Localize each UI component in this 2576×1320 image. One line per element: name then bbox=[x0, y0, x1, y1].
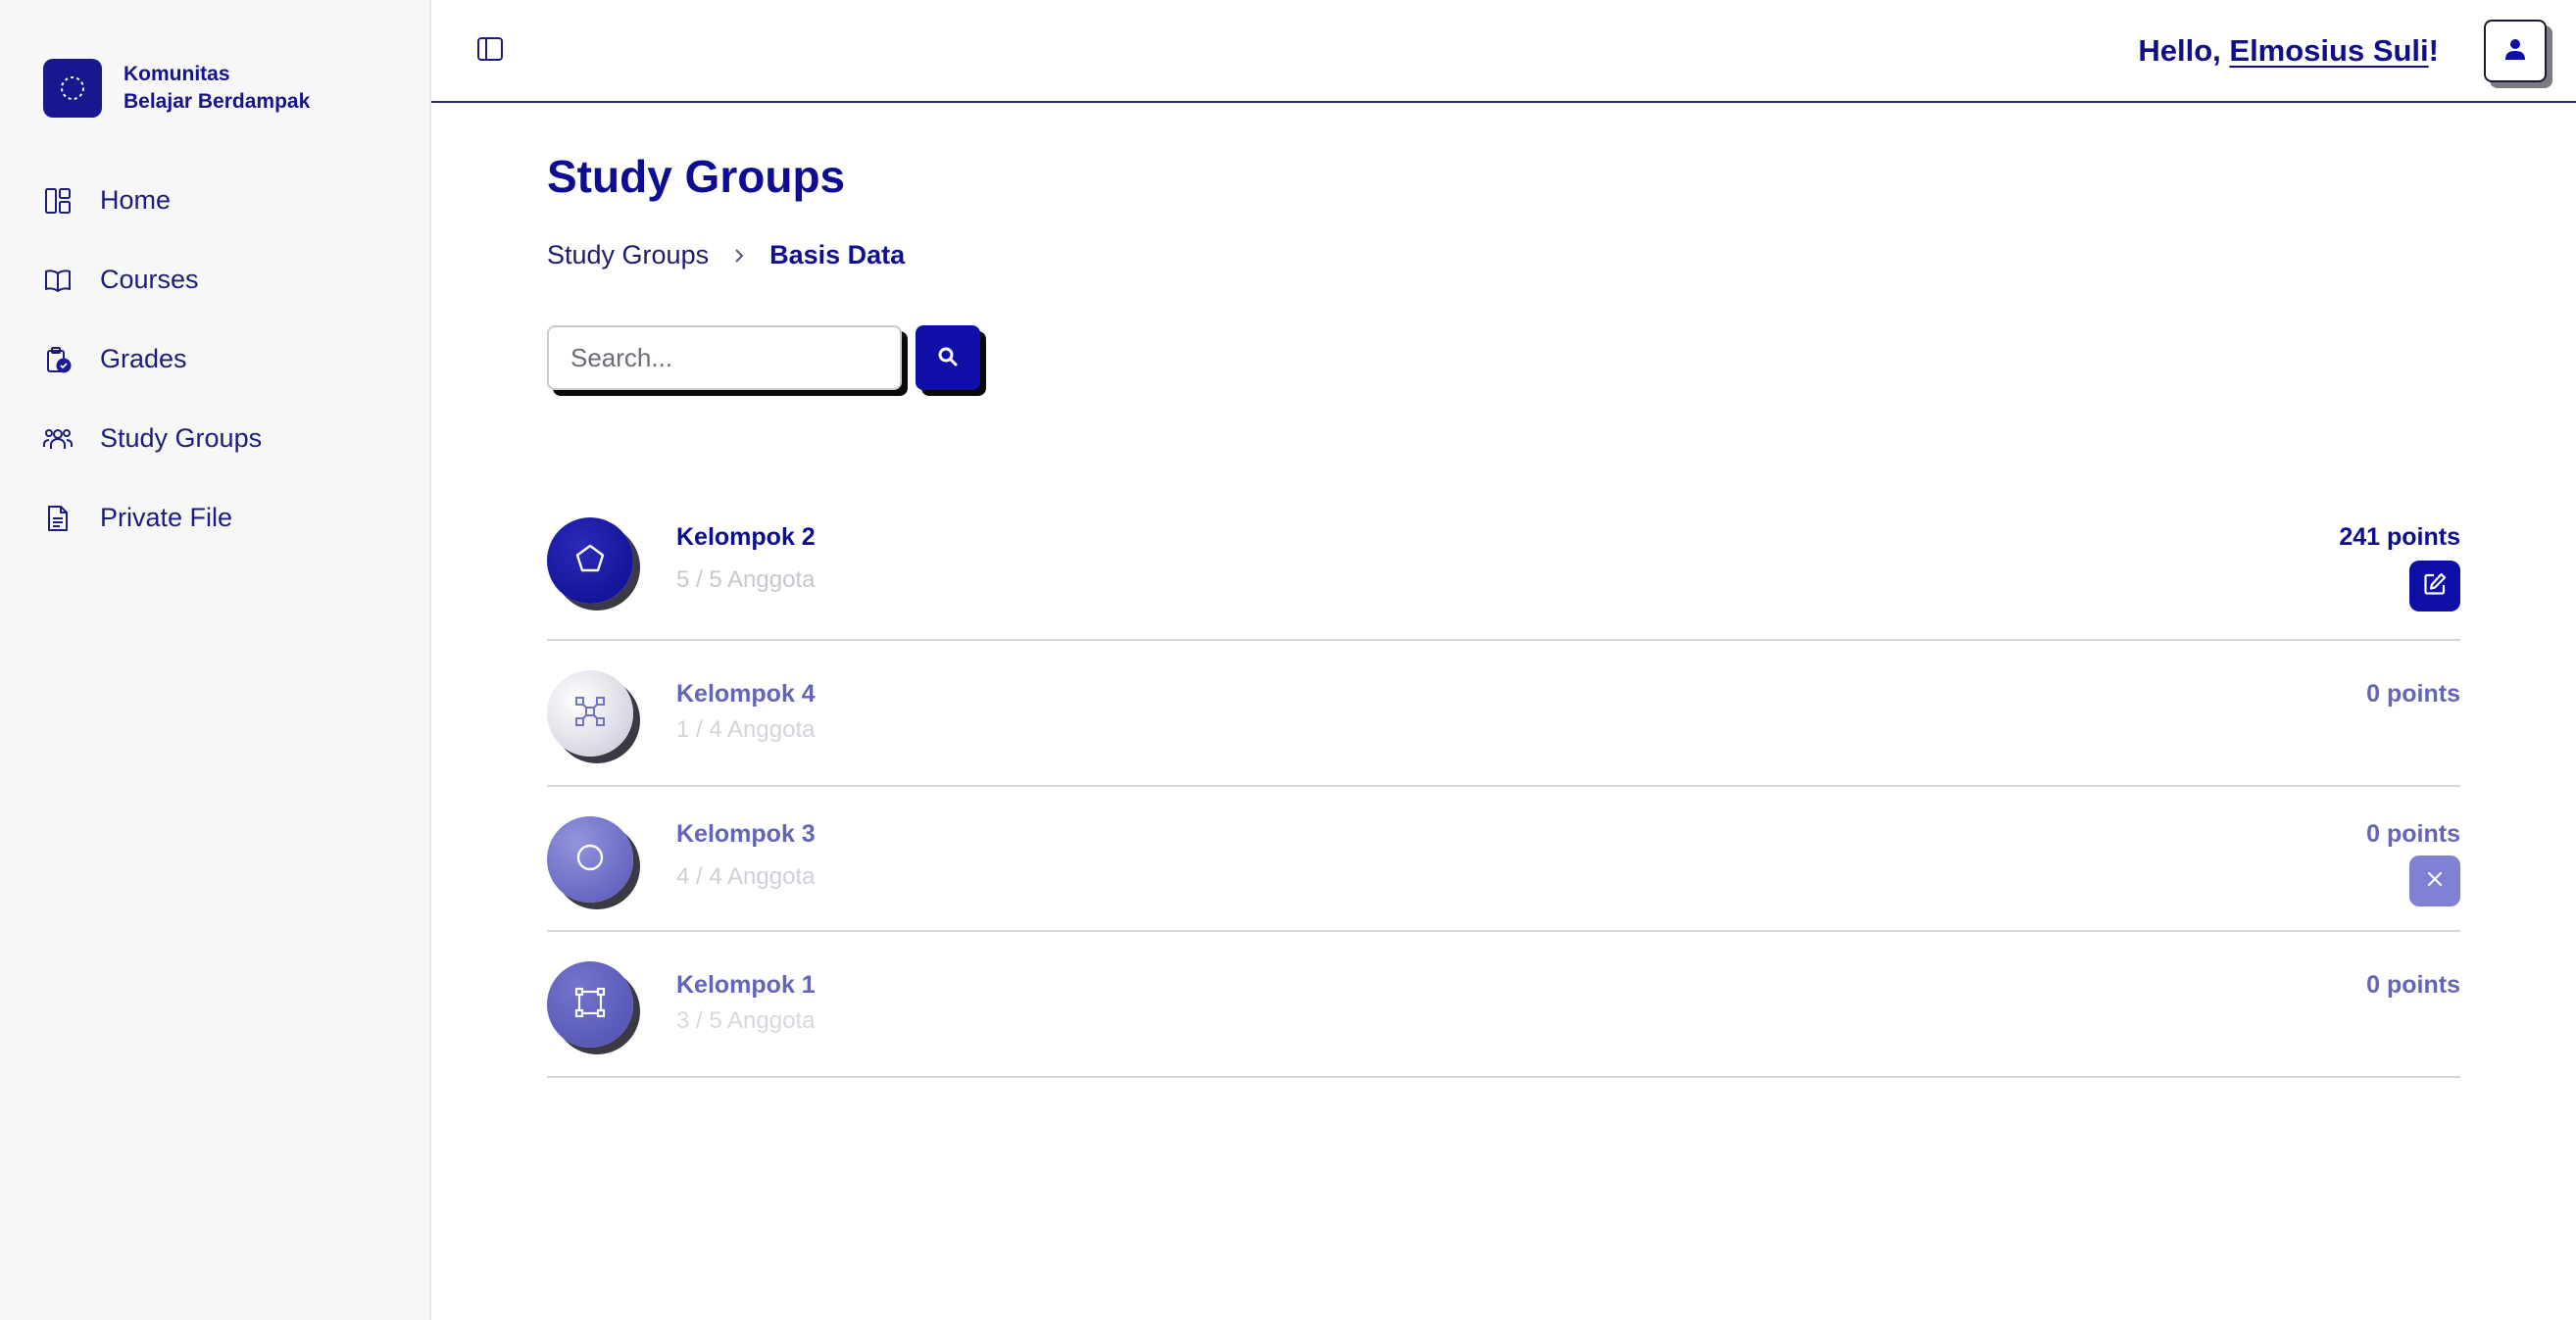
sidebar-item-home[interactable]: Home bbox=[0, 161, 429, 240]
book-icon bbox=[43, 266, 73, 295]
clipboard-check-icon bbox=[43, 345, 73, 374]
search-bar bbox=[547, 325, 2460, 390]
group-name: Kelompok 4 bbox=[676, 680, 816, 708]
search-input[interactable] bbox=[547, 325, 902, 390]
breadcrumb-current: Basis Data bbox=[769, 240, 906, 269]
group-row-kelompok-2[interactable]: Kelompok 2 5 / 5 Anggota 241 points bbox=[547, 496, 2460, 641]
group-avatar bbox=[547, 670, 633, 757]
group-name: Kelompok 3 bbox=[676, 820, 816, 848]
sidebar-item-courses[interactable]: Courses bbox=[0, 240, 429, 319]
sidebar-item-label: Home bbox=[100, 185, 172, 215]
group-row-kelompok-4[interactable]: Kelompok 4 1 / 4 Anggota 0 points bbox=[547, 641, 2460, 787]
group-points: 0 points bbox=[2366, 820, 2460, 848]
sidebar-item-grades[interactable]: Grades bbox=[0, 319, 429, 399]
brand-logo-icon bbox=[43, 59, 102, 118]
sidebar-toggle-button[interactable] bbox=[474, 35, 506, 67]
greeting: Hello, Elmosius Suli! bbox=[2138, 33, 2439, 69]
brand-name: Komunitas Belajar Berdampak bbox=[124, 61, 310, 116]
user-icon bbox=[2503, 37, 2527, 66]
breadcrumb: Study Groups Basis Data bbox=[547, 240, 2460, 270]
chevron-right-icon bbox=[732, 246, 746, 266]
close-icon bbox=[2425, 869, 2445, 894]
group-points: 0 points bbox=[2366, 971, 2460, 999]
pentagon-icon bbox=[573, 542, 607, 580]
sidebar-item-label: Private File bbox=[100, 503, 233, 532]
brand[interactable]: Komunitas Belajar Berdampak bbox=[0, 0, 429, 118]
group-name: Kelompok 1 bbox=[676, 971, 816, 999]
sidebar-item-private-file[interactable]: Private File bbox=[0, 478, 429, 558]
main-area: Hello, Elmosius Suli! Study Groups Study… bbox=[431, 0, 2576, 1320]
group-members: 4 / 4 Anggota bbox=[676, 863, 816, 890]
edit-group-button[interactable] bbox=[2409, 561, 2460, 611]
breadcrumb-parent-link[interactable]: Study Groups bbox=[547, 240, 709, 270]
edit-icon bbox=[2422, 571, 2448, 602]
panel-left-icon bbox=[476, 36, 504, 67]
group-points: 241 points bbox=[2339, 523, 2460, 551]
dashboard-icon bbox=[43, 186, 73, 216]
group-name: Kelompok 2 bbox=[676, 523, 816, 551]
search-icon bbox=[937, 346, 959, 370]
sidebar-item-study-groups[interactable]: Study Groups bbox=[0, 399, 429, 478]
group-members: 5 / 5 Anggota bbox=[676, 566, 816, 593]
file-icon bbox=[43, 504, 73, 533]
circle-icon bbox=[573, 841, 607, 879]
remove-group-button[interactable] bbox=[2409, 856, 2460, 906]
group-avatar bbox=[547, 961, 633, 1048]
group-row-kelompok-3[interactable]: Kelompok 3 4 / 4 Anggota 0 points bbox=[547, 787, 2460, 932]
brand-line-2: Belajar Berdampak bbox=[124, 90, 311, 113]
sidebar-nav: Home Courses Grades Study Groups Private… bbox=[0, 161, 429, 558]
content: Study Groups Study Groups Basis Data Sea… bbox=[431, 103, 2576, 1078]
brand-line-1: Komunitas bbox=[124, 63, 230, 85]
group-members: 3 / 5 Anggota bbox=[676, 1007, 816, 1034]
app-root: Komunitas Belajar Berdampak Home Courses… bbox=[0, 0, 2576, 1320]
sidebar-item-label: Courses bbox=[100, 265, 199, 294]
sidebar-item-label: Grades bbox=[100, 344, 187, 373]
group-avatar bbox=[547, 517, 633, 604]
profile-button[interactable] bbox=[2484, 20, 2547, 82]
group-list: Kelompok 2 5 / 5 Anggota 241 points Kelo… bbox=[547, 496, 2460, 1078]
sidebar: Komunitas Belajar Berdampak Home Courses… bbox=[0, 0, 431, 1320]
topbar: Hello, Elmosius Suli! bbox=[431, 0, 2576, 103]
network-icon bbox=[573, 695, 607, 733]
page-title: Study Groups bbox=[547, 151, 846, 202]
group-points: 0 points bbox=[2366, 680, 2460, 708]
username-link[interactable]: Elmosius Suli bbox=[2229, 33, 2428, 68]
frame-icon bbox=[573, 986, 607, 1024]
group-avatar bbox=[547, 816, 633, 903]
group-row-kelompok-1[interactable]: Kelompok 1 3 / 5 Anggota 0 points bbox=[547, 932, 2460, 1078]
users-icon bbox=[43, 424, 73, 454]
group-members: 1 / 4 Anggota bbox=[676, 716, 816, 743]
sidebar-item-label: Study Groups bbox=[100, 423, 263, 453]
search-button[interactable] bbox=[916, 325, 980, 390]
greeting-suffix: ! bbox=[2428, 33, 2439, 68]
greeting-prefix: Hello, bbox=[2138, 33, 2230, 68]
